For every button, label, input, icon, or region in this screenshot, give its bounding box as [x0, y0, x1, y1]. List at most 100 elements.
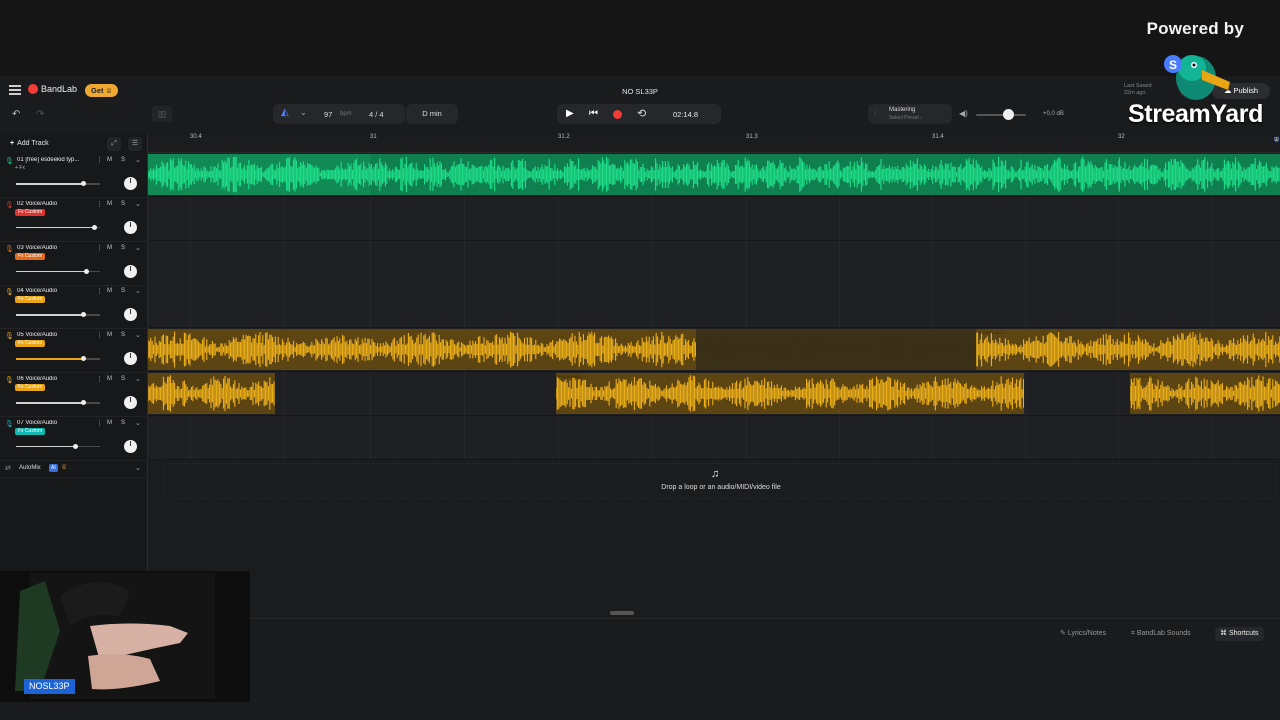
track-name[interactable]: 04 Voice/Audio [17, 288, 93, 294]
kebab-menu-icon[interactable]: ⋮ [96, 156, 103, 164]
track-name[interactable]: 01 [free] esdeekid typ... [17, 157, 93, 163]
solo-button[interactable]: S [121, 420, 125, 426]
track-name[interactable]: 03 Voice/Audio [17, 245, 93, 251]
track-header[interactable]: 🎙 04 Voice/Audio ⋮ M S ⌄ Fx Custom [0, 285, 148, 330]
pan-knob[interactable] [124, 220, 137, 234]
kebab-menu-icon[interactable]: ⋮ [96, 200, 103, 208]
solo-button[interactable]: S [121, 201, 125, 207]
track-lane[interactable] [148, 284, 1280, 329]
track-name[interactable]: 06 Voice/Audio [17, 376, 93, 382]
track-header[interactable]: 🎙 03 Voice/Audio ⋮ M S ⌄ Fx Custom [0, 242, 148, 286]
time-signature[interactable]: 4 / 4 [369, 110, 384, 119]
mute-button[interactable]: M [107, 420, 112, 426]
mastering-button[interactable]: ⫶ Mastering Select Preset › [868, 104, 952, 124]
speaker-icon[interactable]: ◀) [959, 109, 968, 118]
track-settings-icon[interactable]: ☰ [128, 137, 142, 151]
fx-badge[interactable]: Fx Custom [15, 208, 46, 216]
track-lane[interactable] [148, 196, 1280, 241]
audio-clip[interactable] [696, 329, 976, 371]
kebab-menu-icon[interactable]: ⋮ [96, 287, 103, 295]
kebab-menu-icon[interactable]: ⋮ [96, 419, 103, 427]
volume-fader[interactable] [16, 312, 100, 318]
track-name[interactable]: 02 Voice/Audio [17, 201, 93, 207]
track-name[interactable]: 07 Voice/Audio [17, 420, 93, 426]
track-header[interactable]: 🎙 07 Voice/Audio ⋮ M S ⌄ Fx Custom [0, 417, 148, 461]
mute-button[interactable]: M [107, 376, 112, 382]
lyrics-notes-button[interactable]: ✎ Lyrics/Notes [1060, 627, 1106, 641]
fx-badge[interactable]: Fx Custom [15, 340, 46, 348]
record-icon[interactable] [613, 110, 622, 119]
volume-fader-knob[interactable] [81, 312, 86, 318]
fx-badge[interactable]: + Fx [15, 165, 25, 172]
chevron-down-icon[interactable]: ⌄ [135, 464, 141, 472]
bandlab-sounds-button[interactable]: ⌗ BandLab Sounds [1131, 627, 1191, 641]
wand-icon[interactable]: ⤢ [107, 137, 121, 151]
volume-fader-knob[interactable] [81, 356, 86, 362]
audio-clip[interactable]: Voice/Audio [556, 373, 1024, 414]
track-lane[interactable] [148, 240, 1280, 285]
loop-icon[interactable]: ⟲ [637, 107, 646, 120]
solo-button[interactable]: S [121, 376, 125, 382]
mute-button[interactable]: M [107, 201, 112, 207]
volume-fader[interactable] [16, 443, 100, 449]
chevron-down-icon[interactable]: ⌄ [135, 200, 141, 208]
metronome-icon[interactable]: ◭ [281, 107, 289, 118]
drop-zone[interactable]: ♫ Drop a loop or an audio/MIDI/video fil… [164, 463, 1276, 499]
kebab-menu-icon[interactable]: ⋮ [96, 375, 103, 383]
chevron-down-icon[interactable]: ⌄ [135, 331, 141, 339]
volume-fader-knob[interactable] [84, 268, 89, 274]
kebab-menu-icon[interactable]: ⋮ [96, 331, 103, 339]
pan-knob[interactable] [124, 439, 137, 453]
audio-clip[interactable] [1118, 154, 1280, 195]
kebab-menu-icon[interactable]: ⋮ [96, 244, 103, 252]
chevron-down-icon[interactable]: ⌄ [135, 244, 141, 252]
volume-fader-knob[interactable] [81, 400, 86, 405]
solo-button[interactable]: S [121, 332, 125, 338]
chevron-down-icon[interactable]: ⌄ [135, 287, 141, 295]
fx-badge[interactable]: Fx Custom [15, 252, 46, 260]
audio-clip[interactable] [148, 373, 275, 414]
timeline-ruler[interactable]: ⋃ ⊖ ⊕ 30.4 31 31.2 31.3 31.4 32 [148, 134, 1280, 153]
key-selector[interactable]: D min [406, 104, 458, 124]
automix-row[interactable]: ⇄ AutoMix AI ♕ ⌄ [0, 460, 148, 478]
play-icon[interactable]: ▶ [566, 108, 574, 119]
pan-knob[interactable] [124, 177, 137, 190]
solo-button[interactable]: S [121, 157, 125, 163]
track-lane[interactable] [148, 415, 1280, 460]
chevron-down-icon[interactable]: ⌄ [135, 156, 141, 164]
track-header[interactable]: 🎙 02 Voice/Audio ⋮ M S ⌄ Fx Custom [0, 198, 148, 242]
zoom-in-icon[interactable]: ⊕ [1274, 136, 1279, 143]
track-lane[interactable]: Voice/Audio [148, 328, 1280, 373]
audio-clip[interactable]: Voice/Audio [1130, 373, 1280, 414]
audio-clip[interactable] [148, 329, 696, 371]
audio-clip[interactable] [148, 154, 370, 195]
pan-knob[interactable] [124, 264, 137, 278]
mute-button[interactable]: M [107, 157, 112, 163]
master-volume-slider[interactable] [976, 114, 1026, 116]
chevron-down-icon[interactable]: ⌄ [135, 419, 141, 427]
bpm-value[interactable]: 97 [324, 110, 332, 119]
track-lane[interactable] [148, 153, 1280, 197]
undo-icon[interactable]: ↶ [12, 109, 20, 120]
fx-badge[interactable]: Fx Custom [15, 384, 46, 391]
volume-fader-knob[interactable] [92, 224, 97, 230]
solo-button[interactable]: S [121, 288, 125, 294]
track-lane[interactable]: Voice/Audio Voice/Audio [148, 372, 1280, 416]
track-header[interactable]: 🎙 06 Voice/Audio ⋮ M S ⌄ Fx Custom [0, 373, 148, 417]
fx-badge[interactable]: Fx Custom [15, 427, 46, 435]
mute-button[interactable]: M [107, 245, 112, 251]
mute-button[interactable]: M [107, 332, 112, 338]
volume-fader[interactable] [16, 181, 100, 186]
volume-fader-knob[interactable] [73, 443, 78, 449]
volume-fader[interactable] [16, 356, 100, 362]
project-title[interactable]: NO SL33P [0, 87, 1280, 96]
pan-knob[interactable] [124, 352, 137, 366]
volume-fader[interactable] [16, 268, 100, 274]
volume-fader[interactable] [16, 224, 100, 230]
shortcuts-button[interactable]: ⌘ Shortcuts [1215, 627, 1264, 641]
pan-knob[interactable] [124, 396, 137, 409]
add-track-button[interactable]: + Add Track [4, 137, 55, 151]
mute-button[interactable]: M [107, 288, 112, 294]
audio-clip[interactable] [370, 154, 1118, 195]
track-name[interactable]: 05 Voice/Audio [17, 332, 93, 338]
